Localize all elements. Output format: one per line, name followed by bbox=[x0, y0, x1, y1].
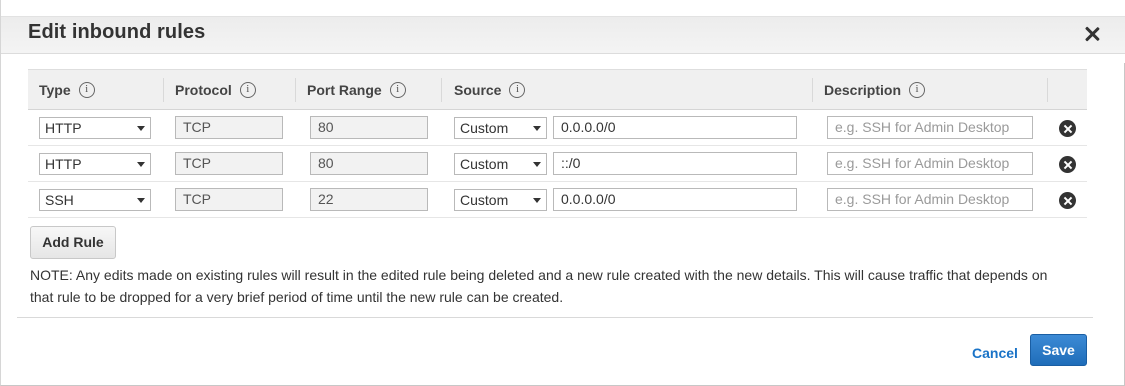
column-divider bbox=[1047, 78, 1048, 102]
delete-rule-icon[interactable] bbox=[1059, 192, 1076, 209]
source-select-value: Custom bbox=[460, 192, 509, 208]
rule-row: HTTP TCP 80 Custom ::/0 e.g. SSH for Adm… bbox=[28, 146, 1087, 182]
source-select-value: Custom bbox=[460, 156, 509, 172]
column-divider bbox=[812, 78, 813, 102]
chevron-down-icon bbox=[533, 126, 541, 131]
port-range-field[interactable]: 80 bbox=[310, 152, 428, 175]
protocol-field: TCP bbox=[175, 188, 283, 211]
column-header-description: Description i bbox=[824, 70, 926, 110]
port-range-field[interactable]: 22 bbox=[310, 188, 428, 211]
add-rule-button[interactable]: Add Rule bbox=[30, 226, 116, 259]
column-header-label: Description bbox=[824, 81, 902, 98]
port-range-field[interactable]: 80 bbox=[310, 116, 428, 139]
dialog-title: Edit inbound rules bbox=[28, 21, 206, 43]
description-input[interactable]: e.g. SSH for Admin Desktop bbox=[827, 188, 1033, 211]
close-icon[interactable] bbox=[1082, 24, 1102, 44]
description-input[interactable]: e.g. SSH for Admin Desktop bbox=[827, 152, 1033, 175]
type-select-value: SSH bbox=[45, 192, 74, 208]
info-icon[interactable]: i bbox=[389, 82, 406, 99]
rule-row: HTTP TCP 80 Custom 0.0.0.0/0 e.g. SSH fo… bbox=[28, 110, 1087, 146]
dialog-header: Edit inbound rules bbox=[1, 0, 1125, 63]
type-select[interactable]: HTTP bbox=[39, 117, 151, 139]
edit-inbound-rules-dialog: Edit inbound rules Type i Protocol i Port … bbox=[0, 0, 1125, 386]
rules-table: Type i Protocol i Port Range i Source i Desc… bbox=[28, 69, 1087, 218]
footer-divider bbox=[17, 317, 1093, 318]
chevron-down-icon bbox=[137, 126, 145, 131]
info-icon[interactable]: i bbox=[239, 82, 256, 99]
source-select[interactable]: Custom bbox=[454, 189, 547, 211]
info-icon[interactable]: i bbox=[909, 82, 926, 99]
column-header-label: Port Range bbox=[307, 81, 382, 98]
column-header-protocol: Protocol i bbox=[175, 70, 256, 110]
column-divider bbox=[441, 78, 442, 102]
source-select-value: Custom bbox=[460, 120, 509, 136]
info-icon[interactable]: i bbox=[509, 82, 526, 99]
source-cidr-input[interactable]: ::/0 bbox=[553, 152, 797, 175]
chevron-down-icon bbox=[533, 162, 541, 167]
type-select-value: HTTP bbox=[45, 156, 82, 172]
chevron-down-icon bbox=[137, 162, 145, 167]
column-divider bbox=[295, 78, 296, 102]
column-header-port-range: Port Range i bbox=[307, 70, 406, 110]
protocol-field: TCP bbox=[175, 152, 283, 175]
column-header-label: Type bbox=[39, 81, 71, 98]
type-select[interactable]: SSH bbox=[39, 189, 151, 211]
column-header-label: Protocol bbox=[175, 81, 232, 98]
save-button[interactable]: Save bbox=[1030, 334, 1087, 366]
column-header-type: Type i bbox=[39, 70, 95, 110]
chevron-down-icon bbox=[533, 198, 541, 203]
chevron-down-icon bbox=[137, 198, 145, 203]
info-icon[interactable]: i bbox=[78, 82, 95, 99]
delete-rule-icon[interactable] bbox=[1059, 120, 1076, 137]
protocol-field: TCP bbox=[175, 116, 283, 139]
cancel-button[interactable]: Cancel bbox=[972, 345, 1018, 361]
delete-rule-icon[interactable] bbox=[1059, 156, 1076, 173]
column-header-source: Source i bbox=[454, 70, 526, 110]
type-select-value: HTTP bbox=[45, 120, 82, 136]
source-cidr-input[interactable]: 0.0.0.0/0 bbox=[553, 188, 797, 211]
description-input[interactable]: e.g. SSH for Admin Desktop bbox=[827, 116, 1033, 139]
column-divider bbox=[163, 78, 164, 102]
source-select[interactable]: Custom bbox=[454, 153, 547, 175]
source-select[interactable]: Custom bbox=[454, 117, 547, 139]
column-header-label: Source bbox=[454, 81, 502, 98]
type-select[interactable]: HTTP bbox=[39, 153, 151, 175]
rule-row: SSH TCP 22 Custom 0.0.0.0/0 e.g. SSH for… bbox=[28, 182, 1087, 218]
source-cidr-input[interactable]: 0.0.0.0/0 bbox=[553, 116, 797, 139]
table-header: Type i Protocol i Port Range i Source i Desc… bbox=[28, 69, 1087, 110]
rules-note: NOTE: Any edits made on existing rules w… bbox=[30, 267, 1048, 305]
